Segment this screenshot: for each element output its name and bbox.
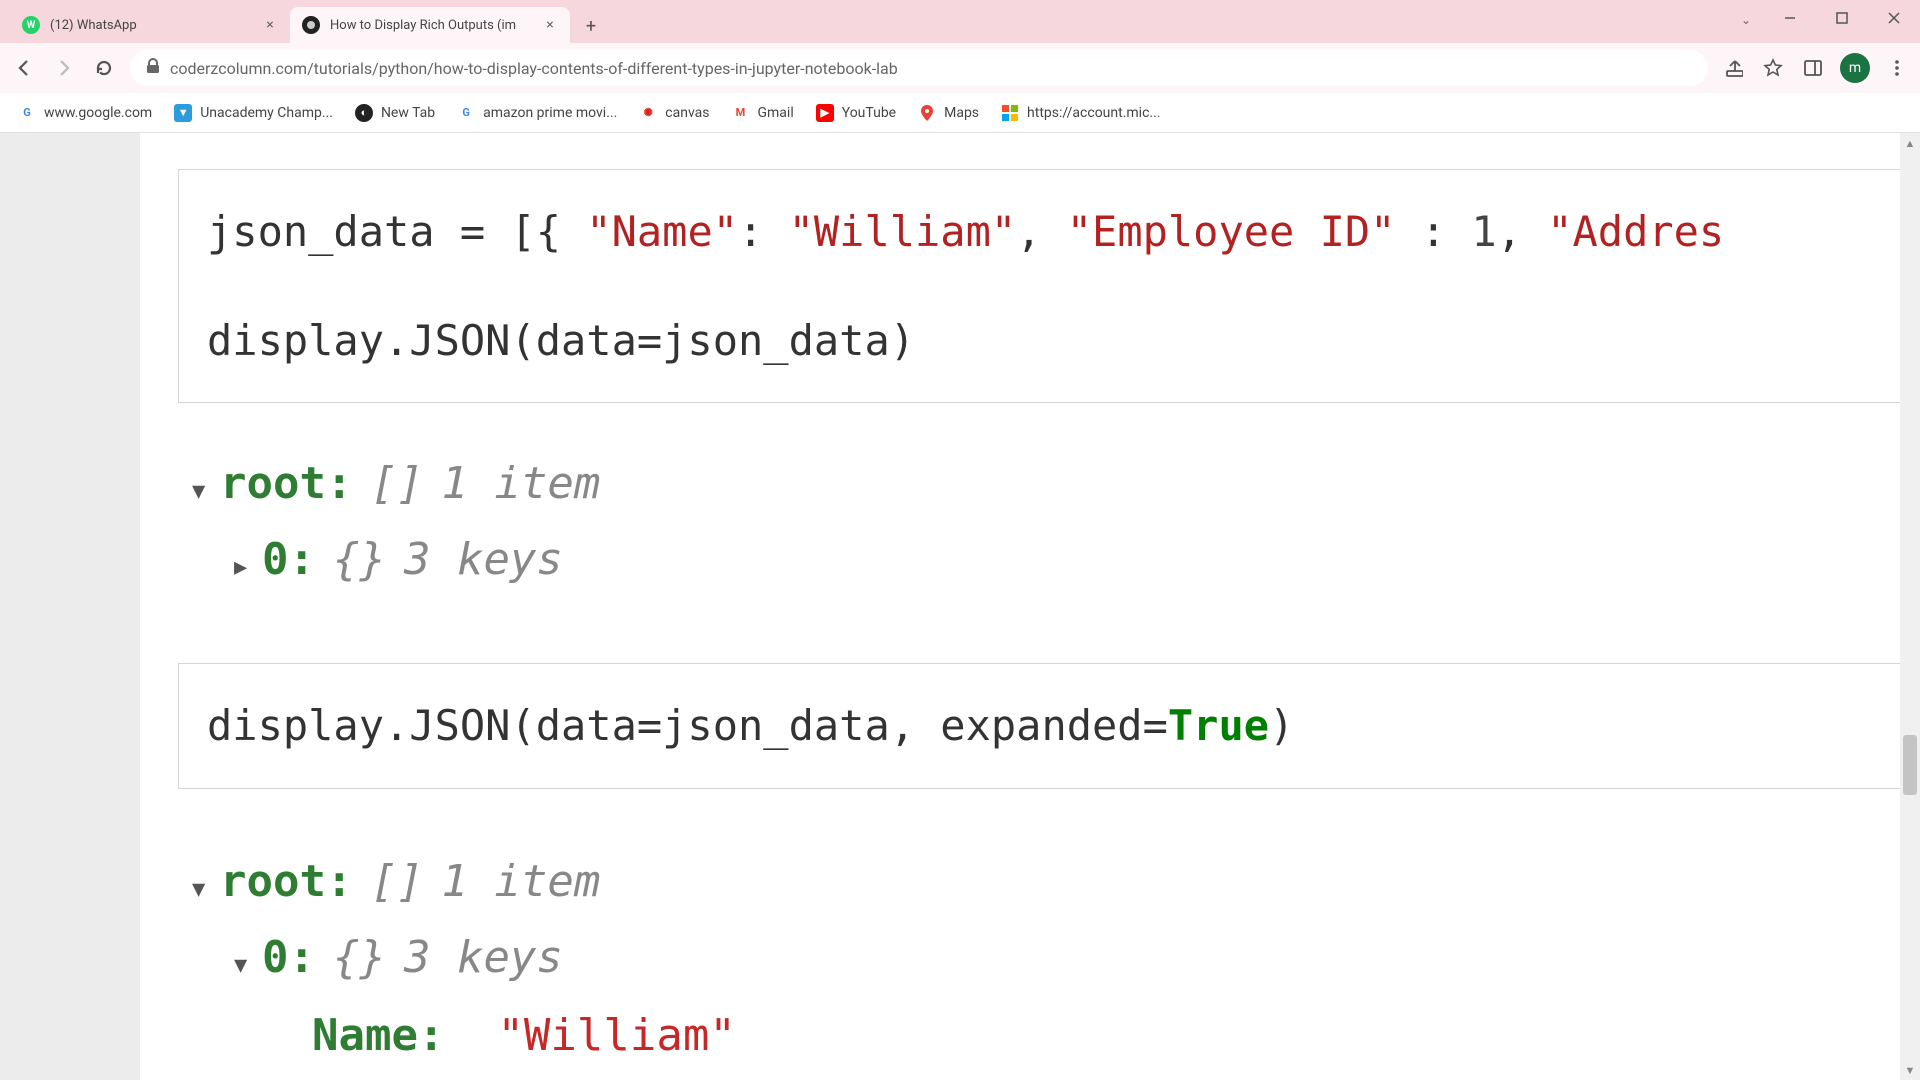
tree-meta: 1 item (441, 451, 600, 517)
toolbar-right: m (1720, 53, 1910, 83)
menu-icon[interactable] (1884, 55, 1910, 81)
tree-key: root: (220, 451, 352, 517)
tree-meta: 3 keys (404, 527, 563, 593)
vertical-scrollbar[interactable]: ▲ ▼ (1900, 133, 1920, 1080)
globe-icon: ◐ (355, 104, 373, 122)
page-content-area: json_data = [{ "Name": "William", "Emplo… (0, 133, 1920, 1080)
address-bar[interactable]: coderzcolumn.com/tutorials/python/how-to… (130, 50, 1708, 86)
bookmark-canvas[interactable]: ✺ canvas (639, 104, 709, 122)
tree-key: 0: (262, 925, 315, 991)
browser-toolbar: coderzcolumn.com/tutorials/python/how-to… (0, 43, 1920, 93)
scroll-down-icon[interactable]: ▼ (1900, 1060, 1920, 1080)
code-line: json_data = [{ "Name": "William", "Emplo… (207, 198, 1891, 265)
close-window-button[interactable] (1868, 0, 1920, 36)
bookmark-label: www.google.com (44, 105, 152, 121)
bookmark-label: https://account.mic... (1027, 105, 1160, 121)
article-body: json_data = [{ "Name": "William", "Emplo… (140, 133, 1920, 1080)
chevron-down-icon[interactable]: ⌄ (1728, 0, 1764, 40)
bookmark-maps[interactable]: Maps (918, 104, 979, 122)
scroll-track[interactable] (1900, 153, 1920, 1060)
maximize-button[interactable] (1816, 0, 1868, 36)
site-favicon-icon (302, 16, 320, 34)
json-output-2: ▼ root: [] 1 item ▼ 0: {} 3 keys Name: "… (192, 849, 1920, 1069)
scroll-thumb[interactable] (1903, 735, 1917, 795)
bookmark-label: YouTube (842, 105, 896, 121)
tree-key: Name: (312, 1003, 444, 1069)
bookmark-google[interactable]: G www.google.com (18, 104, 152, 122)
tree-value: "William" (497, 1003, 735, 1069)
share-icon[interactable] (1720, 55, 1746, 81)
scroll-up-icon[interactable]: ▲ (1900, 133, 1920, 153)
reload-button[interactable] (90, 54, 118, 82)
google-icon: G (18, 104, 36, 122)
tree-root-row[interactable]: ▼ root: [] 1 item (192, 849, 1920, 915)
close-icon[interactable]: × (542, 17, 558, 33)
google-icon: G (457, 104, 475, 122)
bookmark-label: amazon prime movi... (483, 105, 617, 121)
tree-meta: 3 keys (404, 925, 563, 991)
bookmark-microsoft[interactable]: https://account.mic... (1001, 104, 1160, 122)
tree-type: {} (333, 925, 386, 991)
bookmark-label: canvas (665, 105, 709, 121)
code-cell-2: display.JSON(data=json_data, expanded=Tr… (178, 663, 1920, 788)
back-button[interactable] (10, 54, 38, 82)
maps-icon (918, 104, 936, 122)
canvas-icon: ✺ (639, 104, 657, 122)
microsoft-icon (1001, 104, 1019, 122)
bookmark-amazon[interactable]: G amazon prime movi... (457, 104, 617, 122)
close-icon[interactable]: × (262, 17, 278, 33)
forward-button[interactable] (50, 54, 78, 82)
gmail-icon: M (731, 104, 749, 122)
side-panel-icon[interactable] (1800, 55, 1826, 81)
bookmark-label: Maps (944, 105, 979, 121)
tab-bar: W (12) WhatsApp × How to Display Rich Ou… (0, 0, 1920, 43)
tree-child-row[interactable]: ▶ 0: {} 3 keys (234, 527, 1920, 593)
lock-icon (146, 58, 160, 78)
bookmark-youtube[interactable]: ▶ YouTube (816, 104, 896, 122)
minimize-button[interactable] (1764, 0, 1816, 36)
bookmark-label: New Tab (381, 105, 435, 121)
bookmark-gmail[interactable]: M Gmail (731, 104, 793, 122)
tree-root-row[interactable]: ▼ root: [] 1 item (192, 451, 1920, 517)
tree-child-row[interactable]: ▼ 0: {} 3 keys (234, 925, 1920, 991)
left-margin (0, 133, 140, 1080)
code-line: display.JSON(data=json_data) (207, 307, 1891, 374)
tree-type: [] (370, 849, 423, 915)
bookmark-label: Unacademy Champ... (200, 105, 333, 121)
youtube-icon: ▶ (816, 104, 834, 122)
collapse-icon[interactable]: ▼ (234, 949, 262, 982)
tree-meta: 1 item (441, 849, 600, 915)
bookmarks-bar: G www.google.com ▼ Unacademy Champ... ◐ … (0, 93, 1920, 133)
code-cell-1: json_data = [{ "Name": "William", "Emplo… (178, 169, 1920, 403)
tree-key: root: (220, 849, 352, 915)
tree-key: 0: (262, 527, 315, 593)
bookmark-star-icon[interactable] (1760, 55, 1786, 81)
unacademy-icon: ▼ (174, 104, 192, 122)
collapse-icon[interactable]: ▼ (192, 475, 220, 508)
bookmark-label: Gmail (757, 105, 793, 121)
tab-active[interactable]: How to Display Rich Outputs (im × (290, 7, 570, 43)
tab-whatsapp[interactable]: W (12) WhatsApp × (10, 7, 290, 43)
tab-title: How to Display Rich Outputs (im (330, 18, 536, 33)
whatsapp-icon: W (22, 16, 40, 34)
collapse-icon[interactable]: ▼ (192, 873, 220, 906)
bookmark-newtab[interactable]: ◐ New Tab (355, 104, 435, 122)
code-line: display.JSON(data=json_data, expanded= (207, 701, 1168, 750)
json-output-1: ▼ root: [] 1 item ▶ 0: {} 3 keys (192, 451, 1920, 593)
expand-icon[interactable]: ▶ (234, 551, 262, 584)
tree-type: {} (333, 527, 386, 593)
profile-avatar[interactable]: m (1840, 53, 1870, 83)
tree-leaf-row: Name: "William" (312, 1003, 1920, 1069)
new-tab-button[interactable]: + (576, 11, 606, 41)
url-text: coderzcolumn.com/tutorials/python/how-to… (170, 59, 1692, 78)
window-controls: ⌄ (1728, 0, 1920, 40)
bookmark-unacademy[interactable]: ▼ Unacademy Champ... (174, 104, 333, 122)
tab-title: (12) WhatsApp (50, 18, 256, 33)
tree-type: [] (370, 451, 423, 517)
